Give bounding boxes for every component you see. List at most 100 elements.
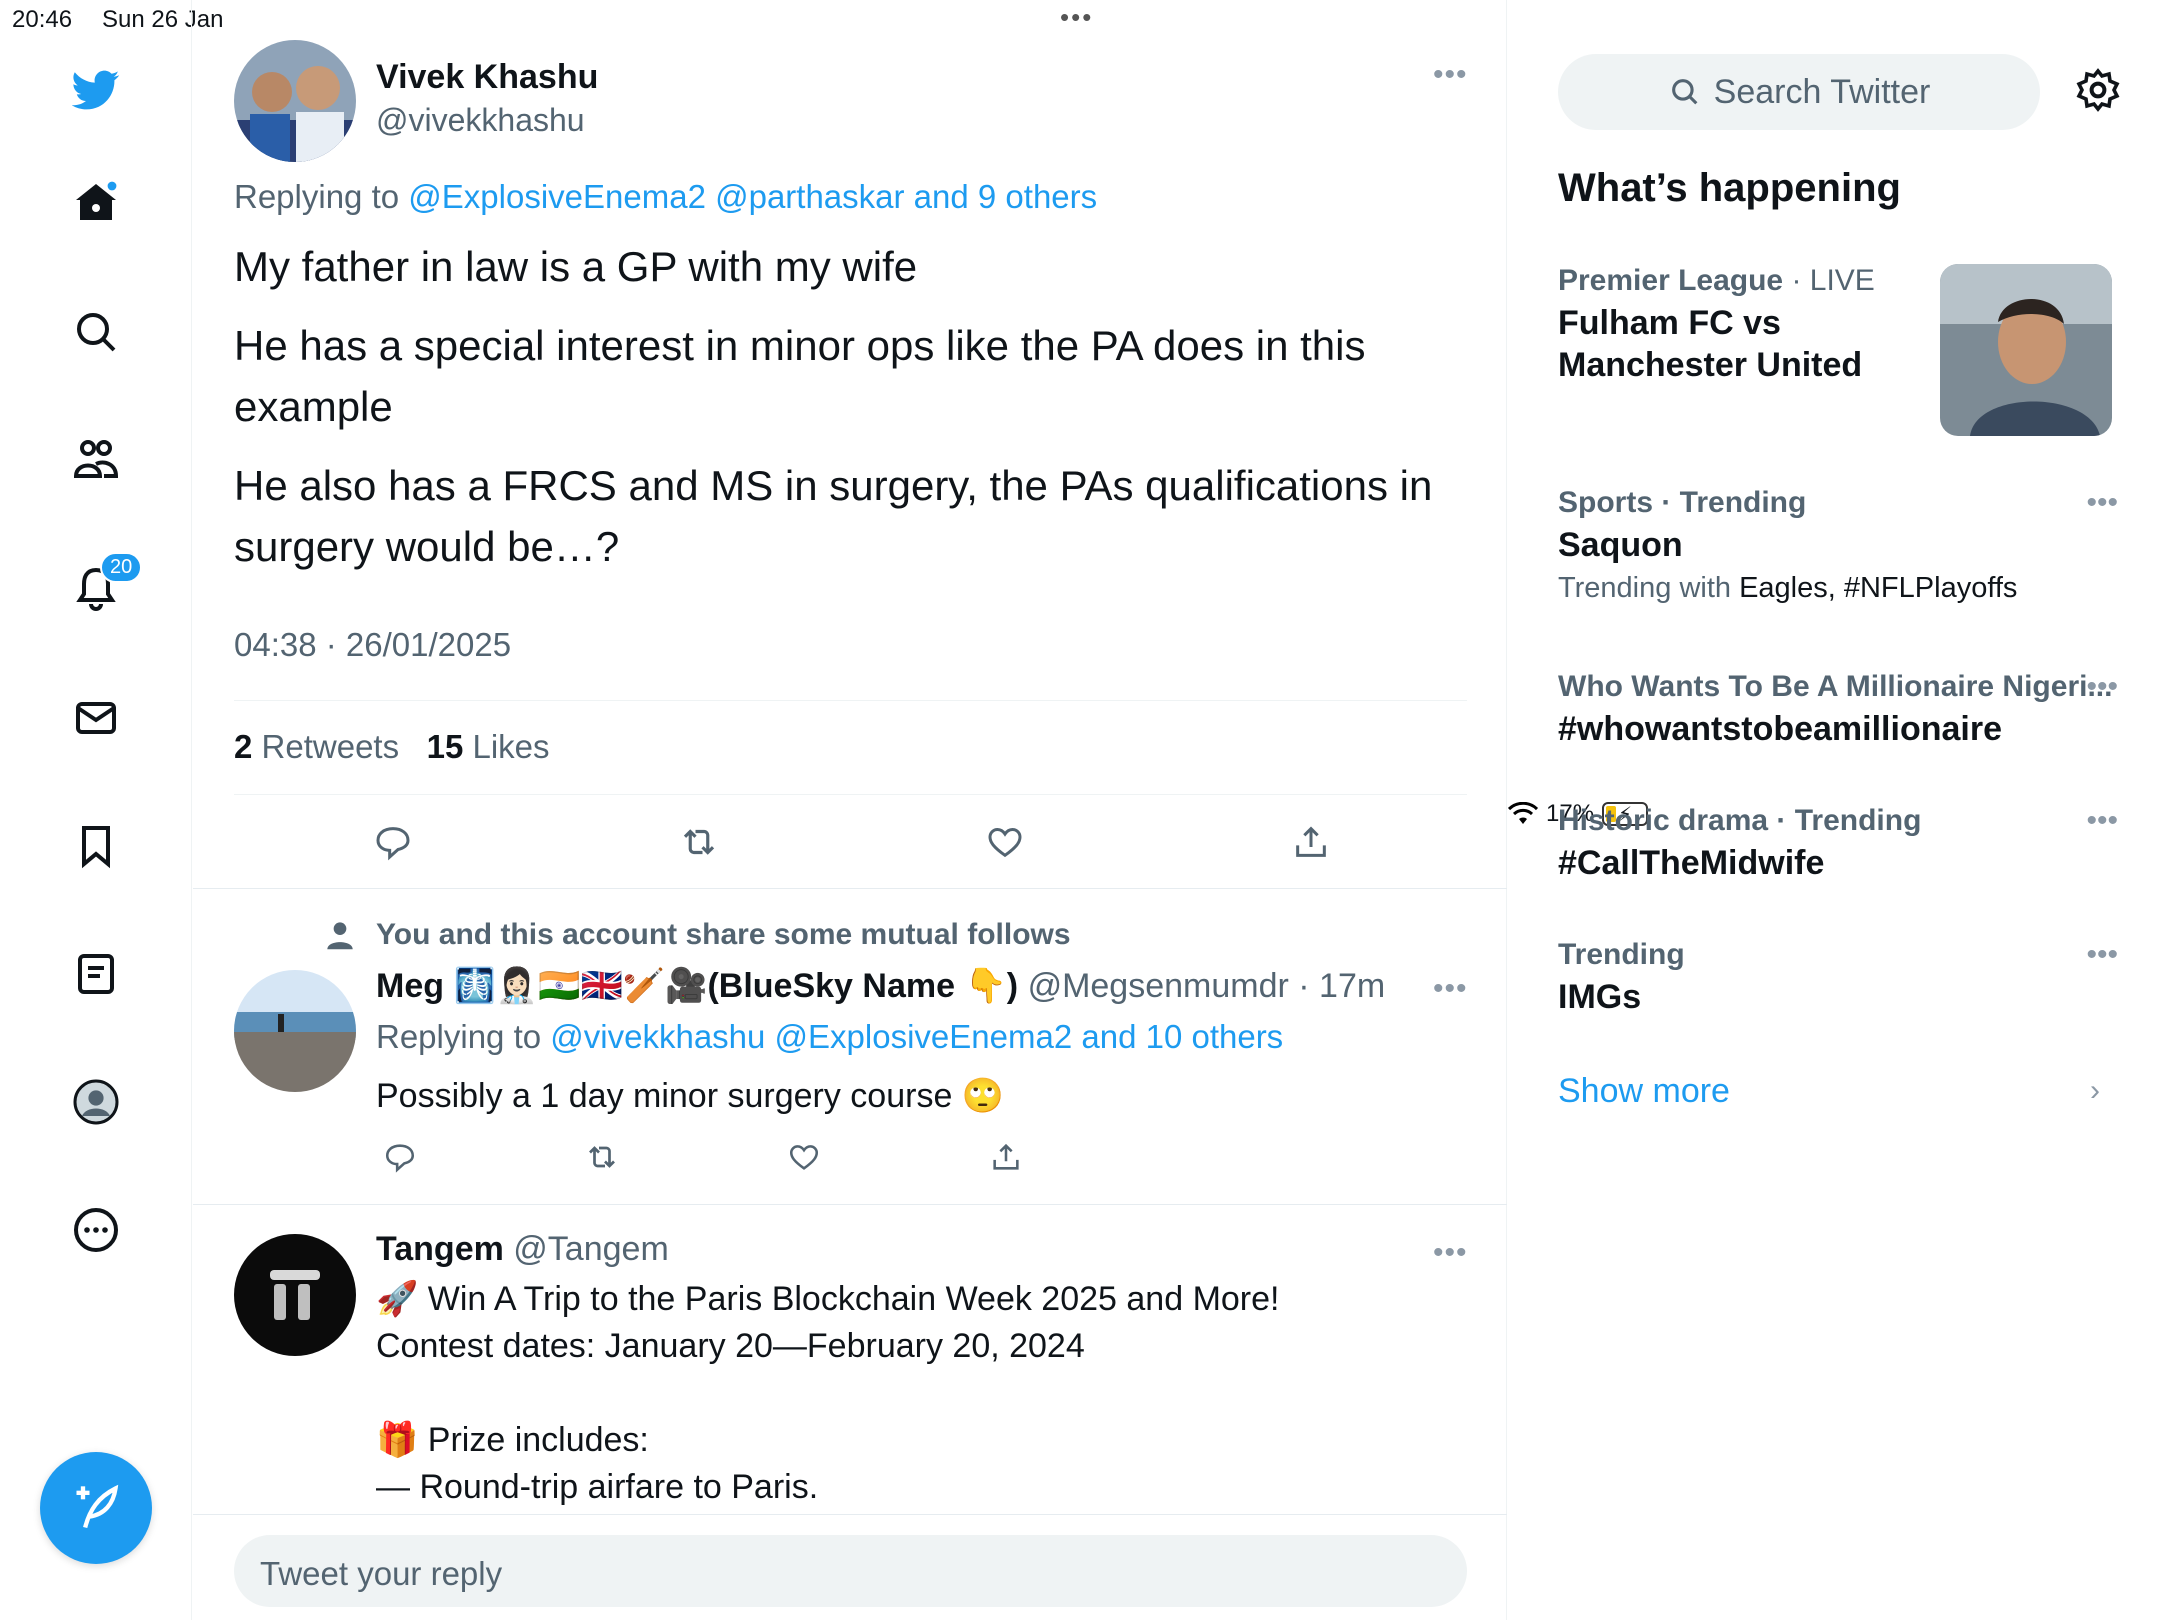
retweet-icon[interactable]	[575, 1134, 629, 1180]
like-icon[interactable]	[975, 816, 1035, 868]
tweet-actions	[363, 816, 1341, 868]
trend-item[interactable]: Historic drama · Trending #CallTheMidwif…	[1558, 804, 2118, 884]
trend-item[interactable]: Sports · Trending Saquon Trending with E…	[1558, 486, 2118, 605]
bookmarks-icon[interactable]	[66, 816, 126, 876]
trend-item[interactable]: Trending IMGs •••	[1558, 938, 2118, 1018]
gear-icon[interactable]	[2074, 66, 2122, 119]
reply-handle-time[interactable]: @Megsenmumdr · 17m	[1028, 967, 1386, 1005]
replying-to-users[interactable]: @vivekkhashu @ExplosiveEnema2 and 10 oth…	[550, 1018, 1283, 1055]
share-icon[interactable]	[979, 1134, 1033, 1180]
replying-to: Replying to @ExplosiveEnema2 @parthaskar…	[234, 178, 1097, 216]
trend-meta: Historic drama · Trending	[1558, 804, 2118, 838]
replying-prefix: Replying to	[234, 178, 400, 215]
profile-icon[interactable]	[66, 1072, 126, 1132]
right-sidebar: Search Twitter What’s happening Premier …	[1508, 0, 2160, 1620]
messages-icon[interactable]	[66, 688, 126, 748]
trend-item[interactable]: Who Wants To Be A Millionaire Nigeri... …	[1558, 670, 2118, 750]
reply-icon[interactable]	[373, 1134, 427, 1180]
chevron-right-icon[interactable]: ›	[2090, 1074, 2100, 1108]
retweets-stat[interactable]: 2 Retweets	[234, 728, 399, 765]
trend-title: #whowantstobeamillionaire	[1558, 710, 2002, 748]
trend-meta: Who Wants To Be A Millionaire Nigeri...	[1558, 670, 2118, 704]
trend-title: #CallTheMidwife	[1558, 844, 1825, 882]
retweet-icon[interactable]	[669, 816, 729, 868]
reply-header: Meg 🩻👩🏻‍⚕️🇮🇳🇬🇧🏏🎥(BlueSky Name 👇) @Megsen…	[376, 966, 1385, 1006]
notifications-icon[interactable]: 20	[66, 552, 143, 618]
trend-more-icon[interactable]: •••	[2086, 804, 2118, 838]
divider	[234, 700, 1467, 701]
home-icon[interactable]	[66, 172, 126, 232]
trend-category: Trending	[1558, 938, 1685, 971]
author-avatar[interactable]	[234, 40, 356, 162]
trend-title: IMGs	[1558, 978, 1642, 1016]
separator	[193, 888, 1507, 889]
trend-more-icon[interactable]: •••	[2086, 670, 2118, 704]
ad-header: Tangem @Tangem	[376, 1230, 669, 1269]
trend-meta: Trending	[1558, 938, 2118, 972]
compose-feather-icon	[76, 1484, 119, 1529]
retweets-label: Retweets	[261, 728, 400, 765]
trend-suffix: · LIVE	[1783, 264, 1875, 297]
trend-thumbnail[interactable]	[1940, 264, 2112, 436]
tweet-timestamp[interactable]: 04:38 · 26/01/2025	[234, 626, 511, 664]
ad-handle[interactable]: @Tangem	[513, 1230, 668, 1268]
more-options-icon[interactable]	[66, 1200, 126, 1260]
trend-meta: Sports · Trending	[1558, 486, 2118, 520]
trend-category: Sports · Trending	[1558, 486, 1807, 519]
trend-category: Historic drama · Trending	[1558, 804, 1922, 837]
tweet-paragraph: My father in law is a GP with my wife	[234, 243, 918, 290]
search-icon[interactable]	[66, 302, 126, 362]
search-input[interactable]: Search Twitter	[1558, 54, 2040, 130]
likes-count: 15	[426, 728, 464, 765]
reply-text: Possibly a 1 day minor surgery course 🙄	[376, 1077, 1005, 1115]
like-icon[interactable]	[777, 1134, 831, 1180]
share-icon[interactable]	[1281, 816, 1341, 868]
reply-replying-to: Replying to @vivekkhashu @ExplosiveEnema…	[376, 1018, 1283, 1056]
trend-title: Fulham FC vs Manchester United	[1558, 304, 1863, 384]
reply-author-name[interactable]: Meg 🩻👩🏻‍⚕️🇮🇳🇬🇧🏏🎥(BlueSky Name 👇)	[376, 967, 1018, 1005]
ad-more-icon[interactable]: •••	[1433, 1236, 1468, 1270]
ad-author-name[interactable]: Tangem	[376, 1230, 504, 1268]
separator	[193, 1514, 1507, 1515]
show-more-link[interactable]: Show more	[1558, 1072, 1730, 1111]
mutual-follows-note: You and this account share some mutual f…	[376, 918, 1071, 951]
search-icon	[1671, 79, 1698, 105]
author-name[interactable]: Vivek Khashu	[376, 58, 598, 97]
trend-sub-value: Eagles, #NFLPlayoffs	[1739, 572, 2018, 604]
communities-icon[interactable]	[66, 430, 126, 490]
tweet-paragraph: He has a special interest in minor ops l…	[234, 322, 1366, 430]
notification-badge: 20	[100, 552, 143, 583]
tangem-avatar[interactable]	[234, 1234, 356, 1356]
tweet-paragraph: He also has a FRCS and MS in surgery, th…	[234, 462, 1433, 570]
whats-happening-heading: What’s happening	[1558, 166, 1901, 210]
trend-sub-prefix: Trending with	[1558, 572, 1740, 604]
trend-category: Premier League	[1558, 264, 1784, 297]
author-handle[interactable]: @vivekkhashu	[376, 102, 585, 139]
lists-icon[interactable]	[66, 944, 126, 1004]
ad-text: 🚀 Win A Trip to the Paris Blockchain Wee…	[376, 1280, 1280, 1506]
trend-category: Who Wants To Be A Millionaire Nigeri...	[1558, 670, 2113, 703]
likes-stat[interactable]: 15 Likes	[427, 728, 550, 765]
compose-tweet-button[interactable]	[40, 1452, 152, 1564]
separator	[193, 1204, 1507, 1205]
reply-icon[interactable]	[363, 816, 423, 868]
tweet-more-icon[interactable]: •••	[1433, 58, 1468, 92]
divider	[234, 794, 1467, 795]
sidebar-nav: 20	[0, 0, 192, 1620]
twitter-logo-icon[interactable]	[66, 60, 126, 120]
reply-avatar[interactable]	[234, 970, 356, 1092]
tweet-thread: Vivek Khashu @vivekkhashu ••• Replying t…	[193, 0, 1507, 1620]
reply-more-icon[interactable]: •••	[1433, 972, 1468, 1006]
person-icon	[321, 916, 359, 959]
tweet-text: My father in law is a GP with my wife He…	[234, 236, 1454, 595]
trend-sub: Trending with Eagles, #NFLPlayoffs	[1558, 572, 2118, 605]
trend-more-icon[interactable]: •••	[2086, 938, 2118, 972]
reply-input[interactable]: Tweet your reply	[234, 1535, 1467, 1607]
search-placeholder: Search Twitter	[1713, 72, 1931, 111]
trend-more-icon[interactable]: •••	[2086, 486, 2118, 520]
likes-label: Likes	[472, 728, 550, 765]
replying-to-users[interactable]: @ExplosiveEnema2 @parthaskar and 9 other…	[408, 178, 1097, 215]
retweets-count: 2	[234, 728, 253, 765]
tweet-stats: 2 Retweets 15 Likes	[234, 728, 550, 766]
trend-title: Saquon	[1558, 526, 1683, 564]
